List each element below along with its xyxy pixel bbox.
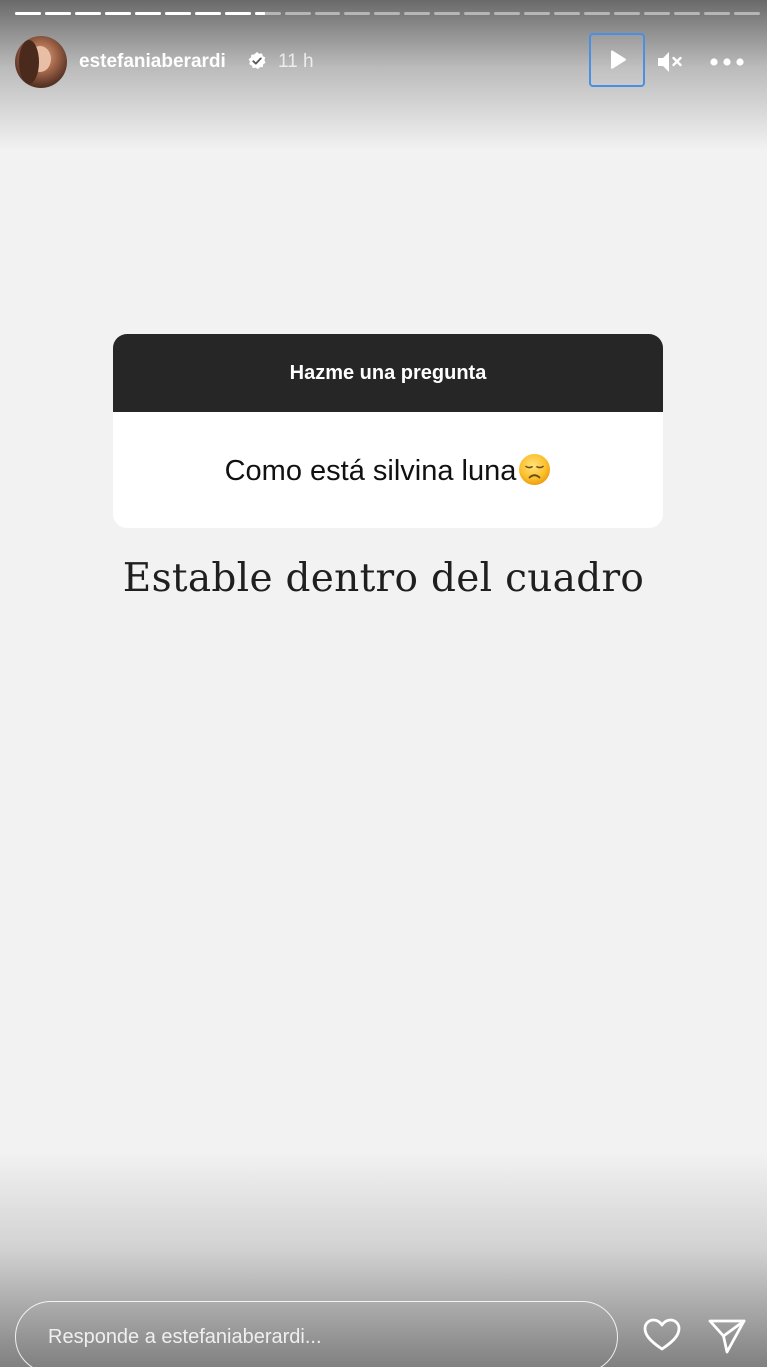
progress-segment bbox=[194, 12, 221, 15]
progress-segment bbox=[644, 12, 670, 15]
question-sticker-header: Hazme una pregunta bbox=[113, 334, 663, 412]
disappointed-face-emoji bbox=[518, 453, 551, 486]
progress-segment bbox=[404, 12, 431, 15]
progress-segment bbox=[164, 12, 191, 15]
progress-segment bbox=[584, 12, 611, 15]
progress-segment bbox=[254, 12, 281, 15]
progress-segment-fill bbox=[44, 12, 71, 15]
progress-segment bbox=[494, 12, 521, 15]
progress-segment bbox=[284, 12, 311, 15]
progress-segment bbox=[104, 12, 131, 15]
question-sticker-title: Hazme una pregunta bbox=[289, 361, 487, 384]
question-text: Como está silvina luna bbox=[225, 453, 552, 488]
heart-icon bbox=[643, 1318, 681, 1351]
progress-segment bbox=[614, 12, 641, 15]
progress-segment bbox=[733, 12, 760, 15]
verified-badge-icon bbox=[247, 51, 267, 71]
story-answer-text: Estable dentro del cuadro bbox=[122, 556, 645, 601]
progress-segment bbox=[673, 12, 700, 15]
play-button[interactable] bbox=[589, 33, 645, 87]
progress-segment bbox=[224, 12, 251, 15]
story-progress-bar bbox=[15, 12, 760, 15]
post-time: 11 h bbox=[278, 51, 314, 72]
play-icon bbox=[611, 50, 627, 69]
progress-segment bbox=[44, 12, 71, 15]
progress-segment bbox=[374, 12, 401, 15]
progress-segment bbox=[74, 12, 101, 15]
question-text-content: Como está silvina luna bbox=[224, 454, 517, 487]
progress-segment-fill bbox=[134, 12, 161, 15]
share-button[interactable] bbox=[707, 1317, 747, 1355]
avatar[interactable] bbox=[15, 36, 67, 88]
story-viewer[interactable]: estefaniaberardi 11 h Hazme una pregunta… bbox=[0, 0, 767, 1367]
reply-input[interactable] bbox=[15, 1301, 618, 1367]
progress-segment bbox=[15, 12, 41, 15]
speaker-muted-icon bbox=[658, 52, 682, 72]
question-sticker-body: Como está silvina luna bbox=[113, 412, 663, 528]
story-header: estefaniaberardi 11 h bbox=[15, 33, 760, 88]
username[interactable]: estefaniaberardi bbox=[79, 51, 226, 73]
send-icon bbox=[708, 1319, 746, 1354]
like-button[interactable] bbox=[642, 1317, 682, 1353]
progress-segment-fill bbox=[254, 12, 265, 15]
progress-segment bbox=[524, 12, 551, 15]
more-horizontal-icon bbox=[710, 58, 744, 66]
progress-segment bbox=[554, 12, 581, 15]
progress-segment-fill bbox=[15, 12, 41, 15]
progress-segment-fill bbox=[224, 12, 251, 15]
progress-segment-fill bbox=[194, 12, 221, 15]
more-options-button[interactable] bbox=[708, 50, 746, 74]
progress-segment-fill bbox=[164, 12, 191, 15]
progress-segment bbox=[344, 12, 371, 15]
progress-segment bbox=[464, 12, 491, 15]
mute-button[interactable] bbox=[655, 48, 685, 76]
progress-segment bbox=[314, 12, 341, 15]
progress-segment-fill bbox=[104, 12, 131, 15]
question-sticker[interactable]: Hazme una pregunta Como está silvina lun… bbox=[113, 334, 663, 528]
progress-segment-fill bbox=[74, 12, 101, 15]
progress-segment bbox=[434, 12, 461, 15]
progress-segment bbox=[703, 12, 730, 15]
progress-segment bbox=[134, 12, 161, 15]
